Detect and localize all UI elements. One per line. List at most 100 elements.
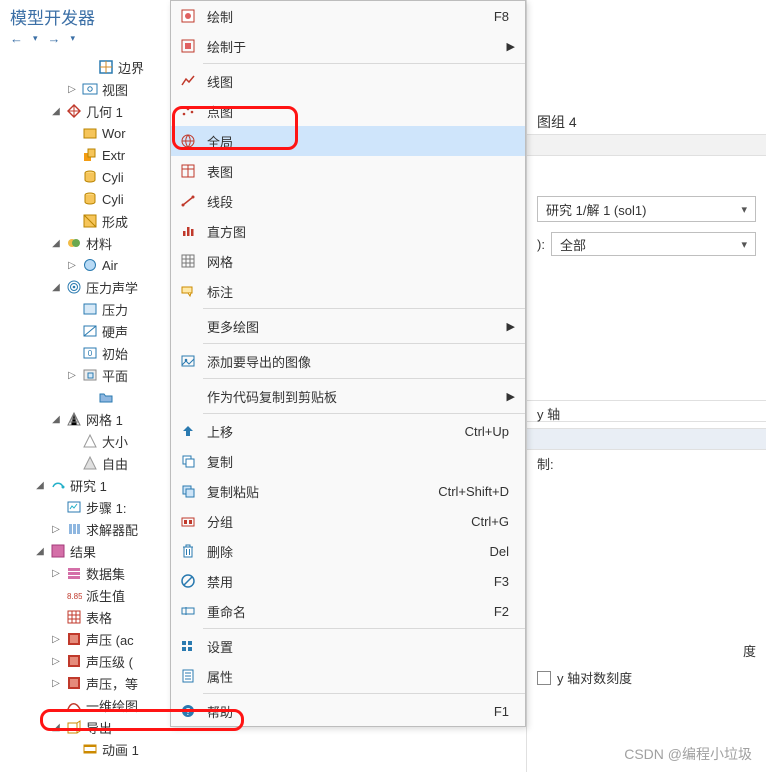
plot-group-title: 图组 4: [527, 110, 766, 134]
tree-item[interactable]: ·Cyli: [4, 166, 170, 188]
tree-item[interactable]: ·动画 1: [4, 738, 170, 760]
param-value: 全部: [560, 235, 586, 254]
tree-item[interactable]: ·: [4, 386, 170, 408]
model-tree[interactable]: ·边界▷视图◢几何 1·Wor·Extr·Cyli·Cyli·形成◢材料▷Air…: [0, 56, 170, 772]
tree-item-label: 求解器配: [86, 520, 138, 539]
menu-item-线段[interactable]: 线段: [171, 186, 525, 216]
menu-item-直方图[interactable]: 直方图: [171, 216, 525, 246]
menu-item-添加要导出的图像[interactable]: 添加要导出的图像: [171, 346, 525, 376]
menu-item-网格[interactable]: 网格: [171, 246, 525, 276]
help-icon: [177, 703, 199, 719]
expand-toggle[interactable]: ◢: [50, 106, 62, 117]
tree-item-label: 形成: [102, 212, 128, 231]
section-bar-2: [527, 428, 766, 450]
menu-item-label: 作为代码复制到剪贴板: [199, 387, 507, 406]
tree-item-label: Air: [102, 258, 118, 273]
menu-item-删除[interactable]: 删除Del: [171, 536, 525, 566]
tree-item[interactable]: ▷ Air: [4, 254, 170, 276]
tree-item-label: 视图: [102, 80, 128, 99]
menu-item-上移[interactable]: 上移Ctrl+Up: [171, 416, 525, 446]
tree-item[interactable]: ◢结果: [4, 540, 170, 562]
menu-item-点图[interactable]: 点图: [171, 96, 525, 126]
tree-item-label: Extr: [102, 148, 125, 163]
expand-toggle[interactable]: ◢: [34, 546, 46, 557]
tree-item[interactable]: ·大小: [4, 430, 170, 452]
menu-item-禁用[interactable]: 禁用F3: [171, 566, 525, 596]
tree-item-label: 声压 (ac: [86, 630, 134, 649]
expand-toggle[interactable]: ▷: [66, 370, 78, 381]
tree-item[interactable]: ◢网格 1: [4, 408, 170, 430]
line-icon: [177, 73, 199, 89]
menu-item-绘制[interactable]: 绘制F8: [171, 1, 525, 31]
tree-item[interactable]: ▷ 求解器配: [4, 518, 170, 540]
tree-item[interactable]: ◢研究 1: [4, 474, 170, 496]
menu-item-label: 网格: [199, 252, 515, 271]
expand-toggle[interactable]: ◢: [50, 414, 62, 425]
menu-item-重命名[interactable]: 重命名F2: [171, 596, 525, 626]
expand-toggle[interactable]: ◢: [50, 238, 62, 249]
tree-item[interactable]: ◢ 材料: [4, 232, 170, 254]
tree-item[interactable]: ▷ 视图: [4, 78, 170, 100]
menu-item-设置[interactable]: 设置: [171, 631, 525, 661]
menu-item-shortcut: F3: [494, 574, 515, 589]
expand-toggle[interactable]: ◢: [50, 282, 62, 293]
menu-item-label: 表图: [199, 162, 515, 181]
tree-item[interactable]: ·一维绘图: [4, 694, 170, 716]
menu-item-分组[interactable]: 分组Ctrl+G: [171, 506, 525, 536]
nav-back-arrow[interactable]: ←: [10, 31, 23, 46]
menu-item-绘制于[interactable]: 绘制于▶: [171, 31, 525, 61]
tree-item[interactable]: ▷数据集: [4, 562, 170, 584]
tree-item[interactable]: ·形成: [4, 210, 170, 232]
menu-item-线图[interactable]: 线图: [171, 66, 525, 96]
menu-item-标注[interactable]: 标注: [171, 276, 525, 306]
menu-item-表图[interactable]: 表图: [171, 156, 525, 186]
tree-item[interactable]: ·步骤 1:: [4, 496, 170, 518]
tree-item[interactable]: ▷ 声压 (ac: [4, 628, 170, 650]
menu-item-全局[interactable]: 全局: [171, 126, 525, 156]
anim-icon: [82, 741, 98, 757]
dataset-dropdown[interactable]: 研究 1/解 1 (sol1) ▾: [537, 196, 756, 222]
menu-item-复制[interactable]: 复制: [171, 446, 525, 476]
submenu-arrow-icon: ▶: [507, 320, 515, 333]
expand-toggle[interactable]: ◢: [50, 722, 62, 733]
tree-item[interactable]: ·Wor: [4, 122, 170, 144]
tree-item[interactable]: ◢导出: [4, 716, 170, 738]
tree-item[interactable]: ▷声压，等: [4, 672, 170, 694]
expand-toggle[interactable]: ▷: [50, 524, 62, 535]
group-icon: [177, 513, 199, 529]
expand-toggle[interactable]: ▷: [50, 568, 62, 579]
tree-item[interactable]: ·初始: [4, 342, 170, 364]
mesh-icon: [66, 411, 82, 427]
tree-item-label: 派生值: [86, 586, 125, 605]
menu-item-属性[interactable]: 属性: [171, 661, 525, 691]
nav-fwd-arrow[interactable]: →: [48, 31, 61, 46]
tree-item[interactable]: ▷平面: [4, 364, 170, 386]
menu-item-复制粘贴[interactable]: 复制粘贴Ctrl+Shift+D: [171, 476, 525, 506]
tree-item[interactable]: ·Cyli: [4, 188, 170, 210]
tree-item[interactable]: ·派生值: [4, 584, 170, 606]
expand-toggle[interactable]: ▷: [50, 678, 62, 689]
menu-item-更多绘图[interactable]: 更多绘图▶: [171, 311, 525, 341]
tree-item[interactable]: ◢几何 1: [4, 100, 170, 122]
tree-item[interactable]: ·边界: [4, 56, 170, 78]
expand-toggle[interactable]: ▷: [66, 260, 78, 271]
expand-toggle[interactable]: ▷: [50, 634, 62, 645]
tree-item[interactable]: ·自由: [4, 452, 170, 474]
ylog-checkbox[interactable]: [537, 671, 551, 685]
param-dropdown[interactable]: 全部 ▾: [551, 232, 756, 256]
tree-item[interactable]: ▷声压级 (: [4, 650, 170, 672]
expand-toggle[interactable]: ▷: [50, 656, 62, 667]
expand-toggle[interactable]: ▷: [66, 84, 78, 95]
tree-item[interactable]: ·硬声: [4, 320, 170, 342]
menu-item-label: 复制: [199, 452, 515, 471]
ext-icon: [82, 147, 98, 163]
menu-item-作为代码复制到剪贴板[interactable]: 作为代码复制到剪贴板▶: [171, 381, 525, 411]
tree-item[interactable]: ·压力: [4, 298, 170, 320]
border-icon: [98, 59, 114, 75]
expand-toggle[interactable]: ◢: [34, 480, 46, 491]
tree-item[interactable]: ·Extr: [4, 144, 170, 166]
menu-item-帮助[interactable]: 帮助F1: [171, 696, 525, 726]
tree-item[interactable]: ·表格: [4, 606, 170, 628]
tree-item[interactable]: ◢压力声学: [4, 276, 170, 298]
tree-item-label: 材料: [86, 234, 112, 253]
